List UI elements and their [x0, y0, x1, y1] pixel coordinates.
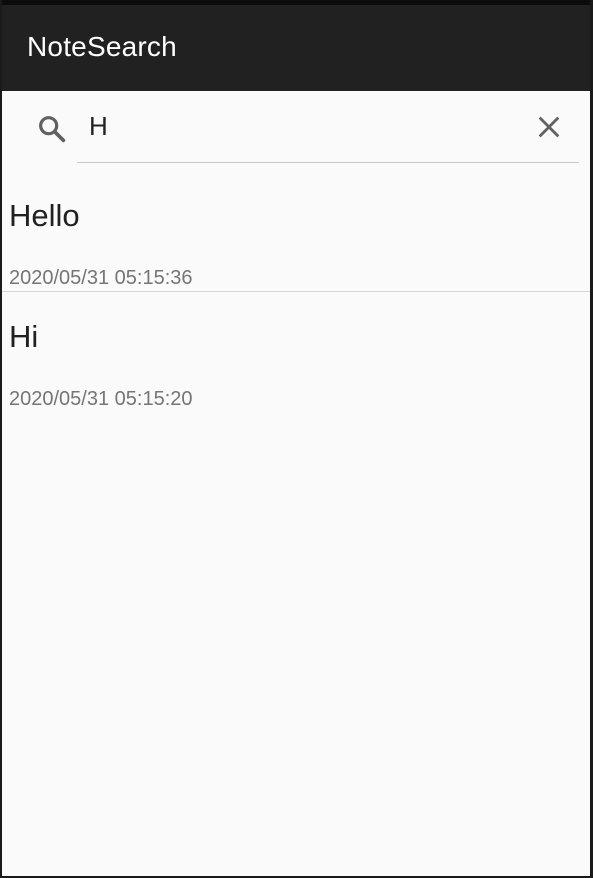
- search-input[interactable]: [77, 91, 579, 163]
- app-title: NoteSearch: [27, 31, 177, 62]
- note-list-item[interactable]: Hello 2020/05/31 05:15:36: [2, 171, 590, 292]
- close-icon[interactable]: [535, 113, 563, 141]
- search-bar: [2, 91, 590, 171]
- note-date: 2020/05/31 05:15:20: [9, 388, 193, 410]
- note-title: Hi: [9, 319, 39, 354]
- note-title: Hello: [9, 198, 80, 233]
- note-list: Hello 2020/05/31 05:15:36 Hi 2020/05/31 …: [2, 171, 590, 413]
- app-screen: NoteSearch Hello 2020/05/31 05:15:36 Hi …: [0, 0, 593, 878]
- note-date: 2020/05/31 05:15:36: [9, 267, 193, 289]
- note-list-item[interactable]: Hi 2020/05/31 05:15:20: [2, 292, 590, 413]
- search-icon: [39, 116, 66, 143]
- app-bar: NoteSearch: [2, 0, 590, 91]
